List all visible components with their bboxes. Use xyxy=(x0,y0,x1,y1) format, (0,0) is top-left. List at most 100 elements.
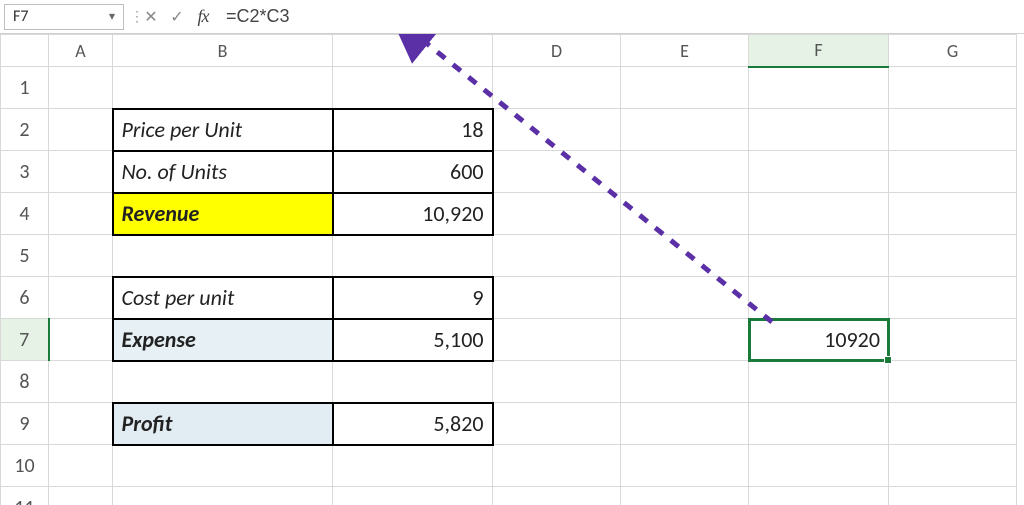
cell-A5[interactable] xyxy=(49,235,113,277)
cell-G11[interactable] xyxy=(889,487,1017,505)
row-header-2[interactable]: 2 xyxy=(1,109,49,151)
cell-D8[interactable] xyxy=(493,361,621,403)
cell-B9[interactable]: Profit xyxy=(113,403,333,445)
cell-D10[interactable] xyxy=(493,445,621,487)
col-header-B[interactable]: B xyxy=(113,35,333,67)
cell-C3[interactable]: 600 xyxy=(333,151,493,193)
cell-A2[interactable] xyxy=(49,109,113,151)
row-header-6[interactable]: 6 xyxy=(1,277,49,319)
cell-F9[interactable] xyxy=(749,403,889,445)
cell-F11[interactable] xyxy=(749,487,889,505)
row-header-4[interactable]: 4 xyxy=(1,193,49,235)
cell-G7[interactable] xyxy=(889,319,1017,361)
cell-F4[interactable] xyxy=(749,193,889,235)
cell-G9[interactable] xyxy=(889,403,1017,445)
cell-C7[interactable]: 5,100 xyxy=(333,319,493,361)
cell-G2[interactable] xyxy=(889,109,1017,151)
cell-E6[interactable] xyxy=(621,277,749,319)
cell-A4[interactable] xyxy=(49,193,113,235)
accept-icon[interactable]: ✓ xyxy=(164,4,190,30)
cell-F5[interactable] xyxy=(749,235,889,277)
cell-B4[interactable]: Revenue xyxy=(113,193,333,235)
cell-F3[interactable] xyxy=(749,151,889,193)
cell-A8[interactable] xyxy=(49,361,113,403)
cell-D4[interactable] xyxy=(493,193,621,235)
cell-B10[interactable] xyxy=(113,445,333,487)
cell-C8[interactable] xyxy=(333,361,493,403)
formula-input[interactable] xyxy=(216,4,1020,30)
cell-E5[interactable] xyxy=(621,235,749,277)
cell-F8[interactable] xyxy=(749,361,889,403)
cell-G6[interactable] xyxy=(889,277,1017,319)
cell-D1[interactable] xyxy=(493,67,621,109)
cancel-icon[interactable]: ✕ xyxy=(138,4,164,30)
row-header-10[interactable]: 10 xyxy=(1,445,49,487)
col-header-C[interactable]: C xyxy=(333,35,493,67)
cell-G8[interactable] xyxy=(889,361,1017,403)
row-header-8[interactable]: 8 xyxy=(1,361,49,403)
select-all-corner[interactable] xyxy=(1,35,49,67)
cell-B3[interactable]: No. of Units xyxy=(113,151,333,193)
cell-D5[interactable] xyxy=(493,235,621,277)
cell-B6[interactable]: Cost per unit xyxy=(113,277,333,319)
col-header-A[interactable]: A xyxy=(49,35,113,67)
row-header-3[interactable]: 3 xyxy=(1,151,49,193)
cell-B5[interactable] xyxy=(113,235,333,277)
cell-B11[interactable] xyxy=(113,487,333,505)
cell-E8[interactable] xyxy=(621,361,749,403)
cell-A3[interactable] xyxy=(49,151,113,193)
cell-D6[interactable] xyxy=(493,277,621,319)
cell-F7[interactable]: 10920 xyxy=(749,319,889,361)
cell-E10[interactable] xyxy=(621,445,749,487)
cell-B7[interactable]: Expense xyxy=(113,319,333,361)
cell-C6[interactable]: 9 xyxy=(333,277,493,319)
cell-C2[interactable]: 18 xyxy=(333,109,493,151)
cell-F10[interactable] xyxy=(749,445,889,487)
cell-C10[interactable] xyxy=(333,445,493,487)
cell-E2[interactable] xyxy=(621,109,749,151)
cell-C11[interactable] xyxy=(333,487,493,505)
cell-B2[interactable]: Price per Unit xyxy=(113,109,333,151)
cell-C5[interactable] xyxy=(333,235,493,277)
cell-A9[interactable] xyxy=(49,403,113,445)
cell-A7[interactable] xyxy=(49,319,113,361)
row-header-5[interactable]: 5 xyxy=(1,235,49,277)
row-header-9[interactable]: 9 xyxy=(1,403,49,445)
cell-G5[interactable] xyxy=(889,235,1017,277)
cell-F2[interactable] xyxy=(749,109,889,151)
cell-A10[interactable] xyxy=(49,445,113,487)
cell-B8[interactable] xyxy=(113,361,333,403)
cell-E9[interactable] xyxy=(621,403,749,445)
cell-C9[interactable]: 5,820 xyxy=(333,403,493,445)
cell-D2[interactable] xyxy=(493,109,621,151)
col-header-G[interactable]: G xyxy=(889,35,1017,67)
col-header-D[interactable]: D xyxy=(493,35,621,67)
spreadsheet-grid[interactable]: A B C D E F G 1 2 Price per Unit 18 xyxy=(0,34,1024,505)
cell-B1[interactable] xyxy=(113,67,333,109)
cell-C1[interactable] xyxy=(333,67,493,109)
cell-D9[interactable] xyxy=(493,403,621,445)
cell-D7[interactable] xyxy=(493,319,621,361)
cell-G3[interactable] xyxy=(889,151,1017,193)
cell-G10[interactable] xyxy=(889,445,1017,487)
cell-C4[interactable]: 10,920 xyxy=(333,193,493,235)
cell-A1[interactable] xyxy=(49,67,113,109)
cell-A11[interactable] xyxy=(49,487,113,505)
cell-E1[interactable] xyxy=(621,67,749,109)
col-header-F[interactable]: F xyxy=(749,35,889,67)
fx-icon[interactable]: fx xyxy=(190,4,216,30)
row-header-1[interactable]: 1 xyxy=(1,67,49,109)
cell-E4[interactable] xyxy=(621,193,749,235)
row-header-11[interactable]: 11 xyxy=(1,487,49,505)
name-box[interactable]: F7 ▾ xyxy=(4,4,124,30)
cell-F1[interactable] xyxy=(749,67,889,109)
cell-E3[interactable] xyxy=(621,151,749,193)
cell-D11[interactable] xyxy=(493,487,621,505)
cell-E11[interactable] xyxy=(621,487,749,505)
cell-A6[interactable] xyxy=(49,277,113,319)
cell-E7[interactable] xyxy=(621,319,749,361)
chevron-down-icon[interactable]: ▾ xyxy=(109,9,115,24)
fill-handle[interactable] xyxy=(884,356,892,364)
cell-D3[interactable] xyxy=(493,151,621,193)
cell-G1[interactable] xyxy=(889,67,1017,109)
